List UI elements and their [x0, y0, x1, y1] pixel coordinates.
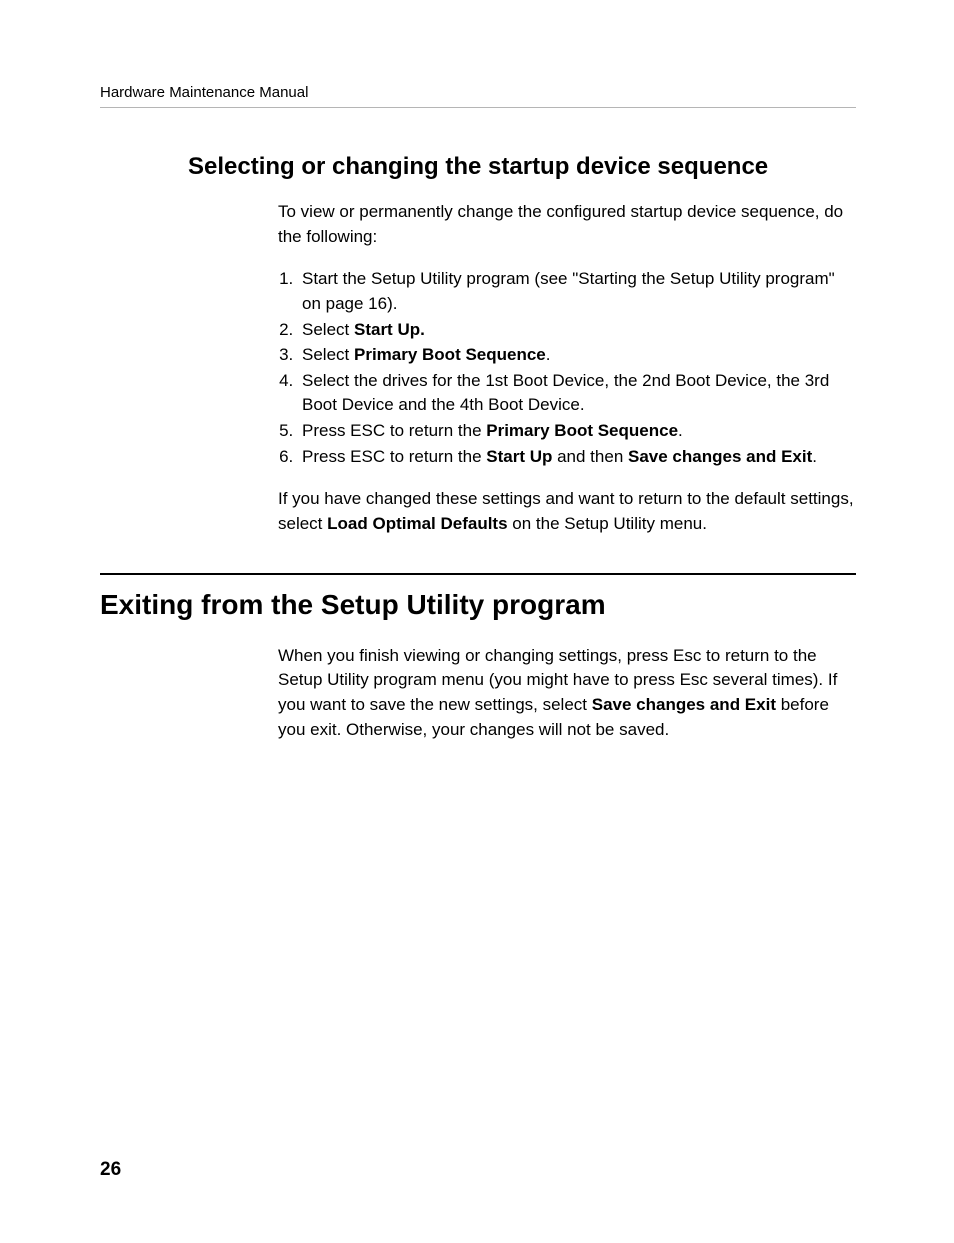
step-4: Select the drives for the 1st Boot Devic…: [298, 369, 856, 418]
section-heading-selecting: Selecting or changing the startup device…: [188, 152, 856, 182]
step-6-bold-d: Save changes and Exit: [628, 447, 812, 466]
page-number: 26: [100, 1159, 121, 1181]
step-3-text-a: Select: [302, 345, 354, 364]
step-6-text-e: .: [812, 447, 817, 466]
section1-steps: Start the Setup Utility program (see "St…: [278, 267, 856, 469]
step-3: Select Primary Boot Sequence.: [298, 343, 856, 368]
step-6: Press ESC to return the Start Up and the…: [298, 445, 856, 470]
section1-intro: To view or permanently change the config…: [278, 200, 856, 249]
step-2-text-a: Select: [302, 320, 354, 339]
step-4-text: Select the drives for the 1st Boot Devic…: [302, 371, 829, 415]
step-2: Select Start Up.: [298, 318, 856, 343]
section-rule: [100, 573, 856, 575]
step-1: Start the Setup Utility program (see "St…: [298, 267, 856, 316]
running-header: Hardware Maintenance Manual: [100, 84, 856, 101]
step-5-text-a: Press ESC to return the: [302, 421, 486, 440]
section1-body: To view or permanently change the config…: [188, 200, 856, 537]
step-6-bold-b: Start Up: [486, 447, 552, 466]
step-1-text: Start the Setup Utility program (see "St…: [302, 269, 835, 313]
page: Hardware Maintenance Manual Selecting or…: [0, 0, 954, 1243]
header-rule: [100, 107, 856, 108]
step-6-text-a: Press ESC to return the: [302, 447, 486, 466]
step-2-bold: Start Up.: [354, 320, 425, 339]
section2-body: When you finish viewing or changing sett…: [188, 644, 856, 743]
section1-outro: If you have changed these settings and w…: [278, 487, 856, 536]
step-5-bold: Primary Boot Sequence: [486, 421, 678, 440]
content-area: Selecting or changing the startup device…: [100, 152, 856, 537]
step-3-bold: Primary Boot Sequence: [354, 345, 546, 364]
section1-outro-c: on the Setup Utility menu.: [508, 514, 707, 533]
step-3-text-c: .: [546, 345, 551, 364]
section1-outro-bold: Load Optimal Defaults: [327, 514, 507, 533]
step-6-text-c: and then: [552, 447, 628, 466]
step-5-text-c: .: [678, 421, 683, 440]
step-5: Press ESC to return the Primary Boot Seq…: [298, 419, 856, 444]
section-heading-exiting: Exiting from the Setup Utility program: [100, 587, 856, 622]
section2-paragraph: When you finish viewing or changing sett…: [278, 644, 856, 743]
section2-body-bold: Save changes and Exit: [592, 695, 776, 714]
section2-content: When you finish viewing or changing sett…: [100, 644, 856, 743]
